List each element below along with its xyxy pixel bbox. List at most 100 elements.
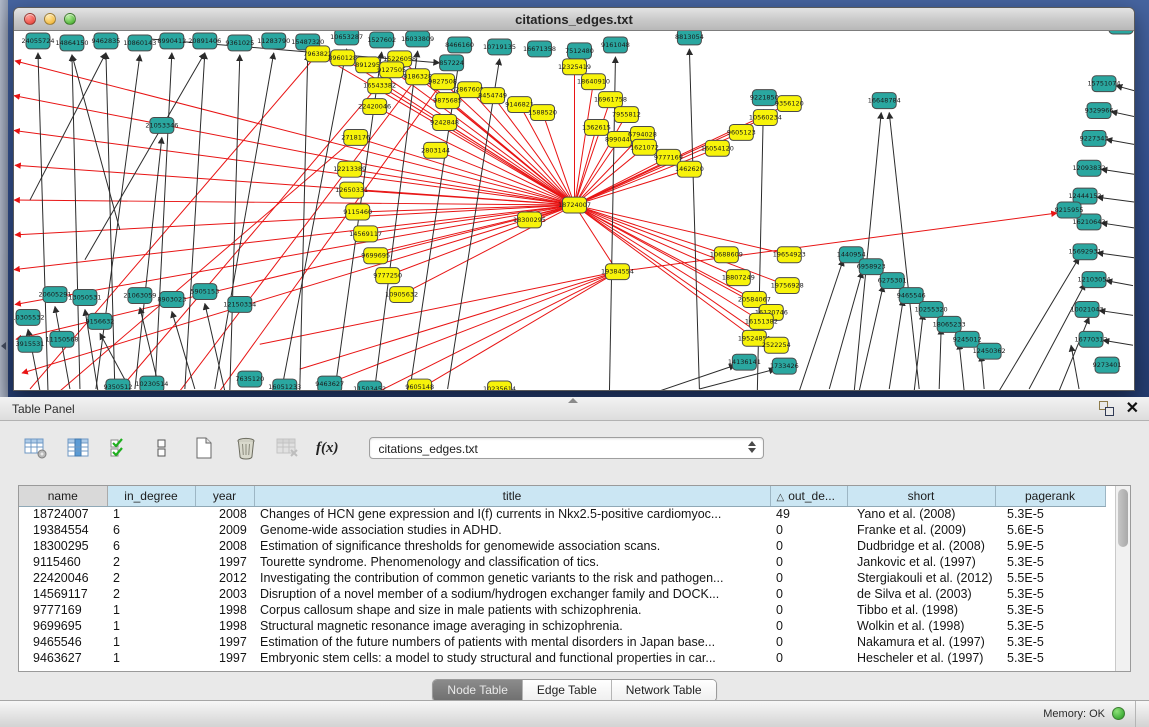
row-checks-icon[interactable] <box>106 435 134 461</box>
graph-node[interactable]: 19384554 <box>601 264 634 280</box>
graph-node[interactable]: 9329966 <box>1085 103 1114 119</box>
close-panel-icon[interactable]: ✕ <box>1126 401 1139 416</box>
graph-node[interactable]: 16033809 <box>401 31 434 47</box>
graph-node[interactable]: 1527602 <box>367 32 396 48</box>
graph-node[interactable]: 6275301 <box>878 273 907 289</box>
graph-node[interactable]: 9462835 <box>91 33 120 49</box>
graph-node[interactable]: 12450362 <box>973 343 1006 359</box>
graph-node[interactable]: 12093832 <box>1073 160 1106 176</box>
graph-node[interactable]: 8903023 <box>157 292 186 308</box>
graph-node[interactable]: 7955812 <box>612 107 641 123</box>
table-row[interactable]: 1456911722003Disruption of a novel membe… <box>19 586 1105 602</box>
graph-node[interactable]: 21063059 <box>123 288 156 304</box>
graph-node[interactable]: 19654923 <box>773 247 806 263</box>
graph-node[interactable]: 9827508 <box>428 74 457 90</box>
graph-node[interactable]: 1362615 <box>582 120 611 136</box>
graph-node[interactable]: 9227343 <box>1080 130 1109 146</box>
graph-node[interactable]: 9605148 <box>405 379 434 390</box>
graph-node[interactable]: 10653287 <box>330 31 363 45</box>
graph-node[interactable]: 9242848 <box>430 115 459 131</box>
graph-node[interactable]: 10688609 <box>710 247 743 263</box>
graph-node[interactable]: 3915531 <box>16 336 45 352</box>
graph-node[interactable]: 10560234 <box>749 110 782 126</box>
graph-node[interactable]: 15751074 <box>1088 76 1121 92</box>
citation-network-graph[interactable]: 2405572414864150946283510860143899041220… <box>14 31 1134 390</box>
graph-node[interactable]: 16961758 <box>594 92 627 108</box>
graph-node[interactable]: 14864150 <box>55 35 88 51</box>
column-header-short[interactable]: short <box>847 486 995 506</box>
graph-node[interactable]: 8960128 <box>328 50 357 66</box>
graph-node[interactable]: 18807249 <box>722 270 755 286</box>
graph-node[interactable]: 2718176 <box>341 129 370 145</box>
graph-node[interactable]: 9463627 <box>315 376 344 390</box>
window-titlebar[interactable]: citations_edges.txt <box>14 8 1134 31</box>
table-row[interactable]: 2242004622012Investigating the contribut… <box>19 570 1105 586</box>
graph-node[interactable]: 9605123 <box>727 124 756 140</box>
graph-node[interactable]: 10905632 <box>385 287 418 303</box>
tab-node-table[interactable]: Node Table <box>433 680 523 701</box>
graph-node[interactable]: 22420046 <box>358 99 391 115</box>
left-panel-collapse-strip[interactable] <box>0 0 8 397</box>
graph-node[interactable]: 5905153 <box>190 284 219 300</box>
column-header-pagerank[interactable]: pagerank <box>995 486 1105 506</box>
column-header-name[interactable]: name <box>19 486 107 506</box>
graph-node[interactable]: 2803144 <box>421 142 450 158</box>
graph-node[interactable]: 9875685 <box>433 93 462 109</box>
graph-node[interactable]: 12213389 <box>333 161 366 177</box>
float-panel-icon[interactable] <box>1099 401 1114 416</box>
graph-node[interactable]: 9356120 <box>775 96 804 112</box>
graph-node[interactable]: 16543382 <box>363 78 396 94</box>
select-columns-icon[interactable] <box>64 435 92 461</box>
graph-node[interactable]: 10230514 <box>135 376 168 390</box>
tab-network-table[interactable]: Network Table <box>612 680 716 701</box>
graph-node[interactable]: 11150568 <box>45 331 78 347</box>
graph-node[interactable]: 9777250 <box>373 268 402 284</box>
function-builder-icon[interactable]: f(x) <box>316 440 339 457</box>
graph-node[interactable]: 9127505 <box>377 62 406 78</box>
graph-node[interactable]: 12103054 <box>1078 272 1111 288</box>
graph-node[interactable]: 8466160 <box>445 37 474 53</box>
table-row[interactable]: 946362711997Embryonic stem cells: a mode… <box>19 650 1105 666</box>
graph-node[interactable]: 18640910 <box>577 74 610 90</box>
graph-node[interactable]: 12650331 <box>335 182 368 198</box>
graph-node[interactable]: 20891406 <box>188 33 221 49</box>
graph-node[interactable]: 9610234 <box>1107 31 1134 34</box>
graph-node[interactable]: 9361025 <box>225 35 254 51</box>
new-table-icon[interactable] <box>190 435 218 461</box>
graph-node[interactable]: 1733426 <box>770 358 799 374</box>
table-row[interactable]: 969969511998Structural magnetic resonanc… <box>19 618 1105 634</box>
graph-node[interactable]: 8215955 <box>1055 202 1084 218</box>
graph-node[interactable]: 15692931 <box>1069 244 1102 260</box>
graph-node[interactable]: 7512480 <box>565 43 594 59</box>
graph-node[interactable]: 21053346 <box>145 118 178 134</box>
graph-node[interactable]: 11283790 <box>257 33 290 49</box>
graph-node[interactable]: 16054120 <box>701 140 734 156</box>
graph-node[interactable]: 8990412 <box>157 33 186 49</box>
graph-node[interactable]: 24055724 <box>21 33 54 49</box>
graph-node[interactable]: 857224 <box>439 55 464 71</box>
graph-node[interactable]: 16051233 <box>268 379 301 390</box>
graph-node[interactable]: 6958923 <box>857 259 886 275</box>
graph-node[interactable]: 9161048 <box>601 37 630 53</box>
graph-node[interactable]: 9273401 <box>1093 357 1122 373</box>
graph-node[interactable]: 16770312 <box>1075 331 1108 347</box>
graph-node[interactable]: 2522254 <box>762 337 791 353</box>
graph-node[interactable]: 14569117 <box>349 226 382 242</box>
graph-node[interactable]: 18724007 <box>558 197 591 213</box>
collapse-arrow-icon[interactable] <box>1 342 6 350</box>
graph-node[interactable]: 1462620 <box>675 161 704 177</box>
table-settings-icon[interactable] <box>22 435 50 461</box>
graph-node[interactable]: 9699695 <box>361 248 390 264</box>
table-row[interactable]: 946554611997Estimation of the future num… <box>19 634 1105 650</box>
table-selector-dropdown[interactable]: citations_edges.txt <box>369 437 764 459</box>
table-row[interactable]: 977716911998Corpus callosum shape and si… <box>19 602 1105 618</box>
graph-node[interactable]: 18065233 <box>933 316 966 332</box>
graph-node[interactable]: 18300295 <box>513 212 546 228</box>
column-header-in_degree[interactable]: in_degree <box>107 486 195 506</box>
resize-grip-icon[interactable] <box>568 398 578 403</box>
graph-node[interactable]: 8813054 <box>675 31 704 45</box>
graph-node[interactable]: 9350512 <box>103 379 132 390</box>
graph-node[interactable]: 9115460 <box>343 204 372 220</box>
graph-node[interactable]: 20605291 <box>38 287 71 303</box>
import-table-disabled-icon[interactable] <box>274 435 302 461</box>
